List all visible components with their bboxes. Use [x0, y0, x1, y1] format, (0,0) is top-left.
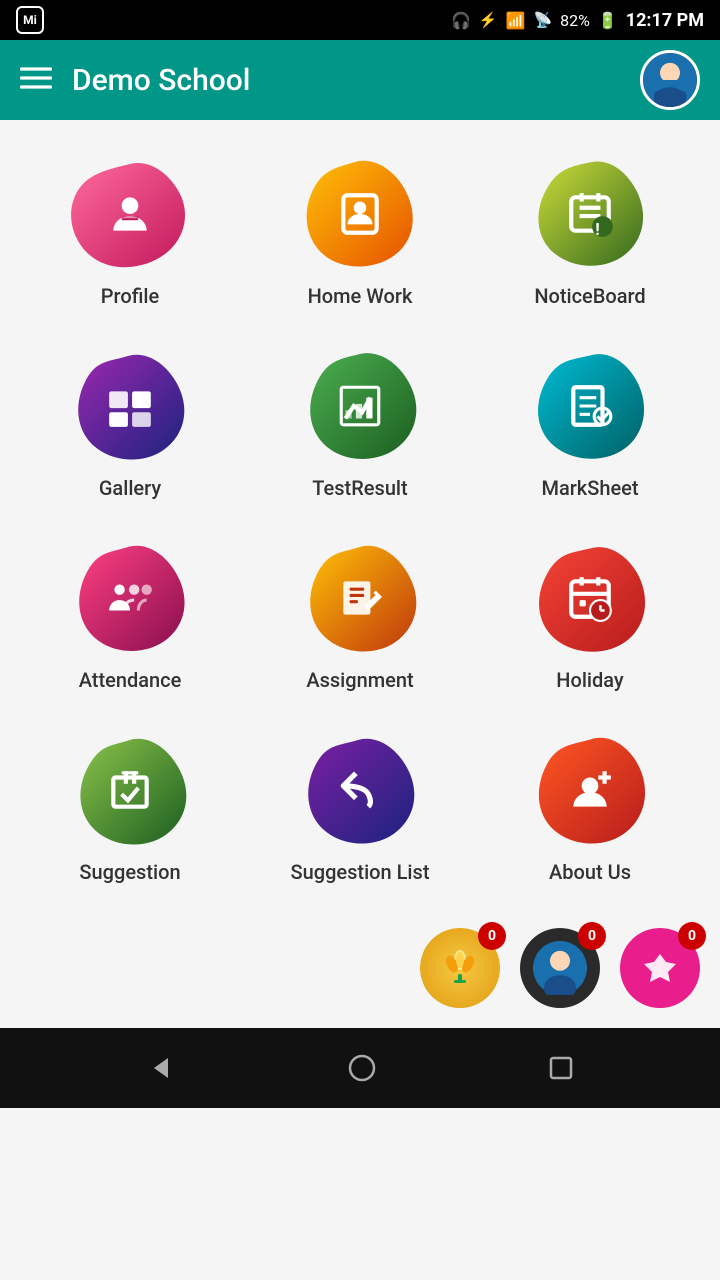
holiday-label: Holiday: [556, 668, 623, 692]
mi-logo: Mi: [16, 6, 44, 34]
grid-item-assignment[interactable]: Assignment: [250, 524, 470, 706]
top-bar: Demo School: [0, 40, 720, 120]
wifi-icon: 📶: [506, 11, 526, 30]
profile-blob: [70, 154, 190, 274]
gallery-blob: [70, 346, 190, 466]
grid-item-gallery[interactable]: Gallery: [20, 332, 240, 514]
suggestionlist-label: Suggestion List: [291, 860, 430, 884]
suggestion-label: Suggestion: [79, 860, 180, 884]
attendance-blob: [70, 538, 190, 658]
trophy-button[interactable]: 0: [420, 928, 500, 1008]
grid-item-profile[interactable]: Profile: [20, 140, 240, 322]
svg-text:!: !: [595, 221, 600, 239]
menu-grid: Profile Home Work: [0, 120, 720, 918]
trophy-badge: 0: [478, 922, 506, 950]
bottom-actions: 0 0 0: [0, 918, 720, 1028]
nav-bar: [0, 1028, 720, 1108]
status-left: Mi: [16, 6, 44, 34]
grid-item-homework[interactable]: Home Work: [250, 140, 470, 322]
testresult-label: TestResult: [312, 476, 407, 500]
back-button[interactable]: [146, 1053, 176, 1083]
noticeboard-label: NoticeBoard: [534, 284, 645, 308]
notify-badge: 0: [678, 922, 706, 950]
noticeboard-blob: !: [530, 154, 650, 274]
headphone-icon: 🎧: [451, 11, 471, 30]
signal-icon: 📡: [533, 11, 552, 29]
notify-button[interactable]: 0: [620, 928, 700, 1008]
grid-item-attendance[interactable]: Attendance: [20, 524, 240, 706]
attendance-label: Attendance: [79, 668, 182, 692]
grid-item-suggestion[interactable]: Suggestion: [20, 716, 240, 898]
testresult-blob: [300, 346, 420, 466]
aboutus-blob: [530, 730, 650, 850]
bluetooth-icon: ⚡: [479, 11, 498, 29]
battery-icon: 🔋: [598, 11, 618, 30]
holiday-blob: [530, 538, 650, 658]
marksheet-blob: [530, 346, 650, 466]
recent-button[interactable]: [548, 1055, 574, 1081]
app-title: Demo School: [72, 63, 620, 98]
grid-item-suggestionlist[interactable]: Suggestion List: [250, 716, 470, 898]
suggestion-blob: [70, 730, 190, 850]
time-label: 12:17 PM: [626, 10, 704, 31]
status-right: 🎧 ⚡ 📶 📡 82% 🔋 12:17 PM: [451, 10, 704, 31]
profile-label: Profile: [101, 284, 159, 308]
home-button[interactable]: [347, 1053, 377, 1083]
user-badge: 0: [578, 922, 606, 950]
battery-label: 82%: [560, 11, 590, 30]
grid-item-noticeboard[interactable]: ! NoticeBoard: [480, 140, 700, 322]
avatar[interactable]: [640, 50, 700, 110]
homework-blob: [300, 154, 420, 274]
grid-item-aboutus[interactable]: About Us: [480, 716, 700, 898]
grid-item-marksheet[interactable]: MarkSheet: [480, 332, 700, 514]
gallery-label: Gallery: [99, 476, 161, 500]
aboutus-label: About Us: [549, 860, 631, 884]
homework-label: Home Work: [308, 284, 413, 308]
assignment-blob: [300, 538, 420, 658]
suggestionlist-blob: [300, 730, 420, 850]
menu-button[interactable]: [20, 62, 52, 99]
grid-item-holiday[interactable]: Holiday: [480, 524, 700, 706]
status-bar: Mi 🎧 ⚡ 📶 📡 82% 🔋 12:17 PM: [0, 0, 720, 40]
user-button[interactable]: 0: [520, 928, 600, 1008]
assignment-label: Assignment: [306, 668, 413, 692]
grid-item-testresult[interactable]: TestResult: [250, 332, 470, 514]
marksheet-label: MarkSheet: [541, 476, 638, 500]
